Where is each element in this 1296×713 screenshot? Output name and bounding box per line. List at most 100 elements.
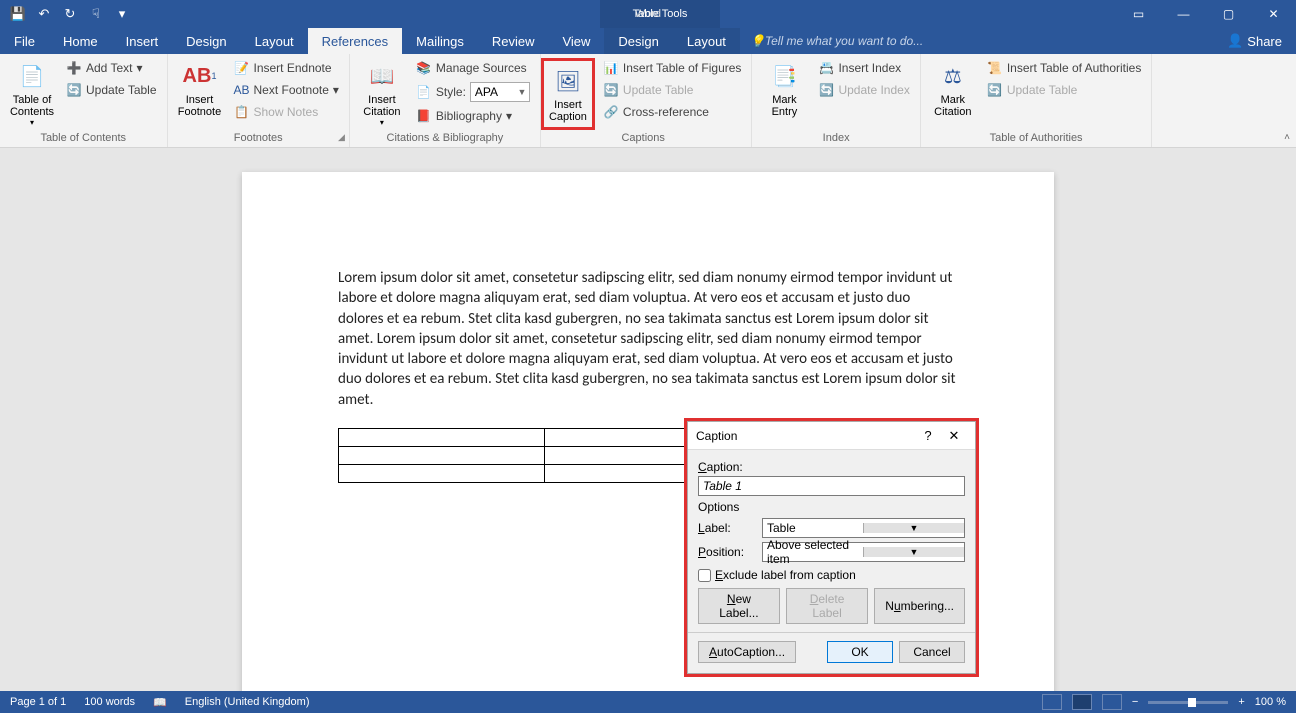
share-label: Share (1247, 34, 1282, 49)
style-selector[interactable]: 📄 Style: ▼ (412, 80, 534, 104)
style-input[interactable] (471, 85, 515, 99)
word-count[interactable]: 100 words (84, 696, 135, 708)
cancel-button[interactable]: Cancel (899, 641, 965, 663)
update-toc-button[interactable]: 🔄Update Table (62, 80, 161, 100)
tab-table-design[interactable]: Design (604, 28, 672, 54)
zoom-out-button[interactable]: − (1132, 696, 1138, 708)
next-footnote-icon: AB (234, 82, 250, 98)
touch-mode-button[interactable]: ☟ (84, 3, 108, 25)
insert-endnote-button[interactable]: 📝Insert Endnote (230, 58, 343, 78)
exclude-label-text: Exclude label from caption (715, 568, 856, 582)
tab-review[interactable]: Review (478, 28, 549, 54)
close-button[interactable]: ✕ (1251, 0, 1296, 28)
dialog-title: Caption (696, 429, 915, 443)
tab-table-layout[interactable]: Layout (673, 28, 740, 54)
update-authorities-button[interactable]: 🔄Update Table (983, 80, 1146, 100)
tab-mailings[interactable]: Mailings (402, 28, 478, 54)
group-label: Citations & Bibliography (356, 130, 534, 147)
qat-customize[interactable]: ▾ (110, 3, 134, 25)
caption-icon: 🖼 (552, 65, 584, 97)
tab-file[interactable]: File (0, 28, 49, 54)
insert-footnote-button[interactable]: AB1 Insert Footnote (174, 58, 226, 120)
cross-reference-button[interactable]: 🔗 Cross-reference (599, 102, 746, 122)
crossref-icon: 🔗 (603, 104, 619, 120)
share-button[interactable]: 👤 Share (1213, 28, 1296, 54)
insert-table-figures-button[interactable]: 📊Insert Table of Figures (599, 58, 746, 78)
delete-label-button[interactable]: Delete Label (786, 588, 868, 624)
page-indicator[interactable]: Page 1 of 1 (10, 696, 66, 708)
bibliography-button[interactable]: 📕Bibliography ▾ (412, 106, 534, 126)
group-citations: 📖 Insert Citation ▾ 📚Manage Sources 📄 St… (350, 54, 541, 147)
zoom-in-button[interactable]: + (1238, 696, 1244, 708)
next-footnote-label: Next Footnote (254, 83, 329, 97)
insert-index-label: Insert Index (838, 61, 901, 75)
style-combo[interactable]: ▼ (470, 82, 530, 102)
tab-layout[interactable]: Layout (241, 28, 308, 54)
document-area[interactable]: Lorem ipsum dolor sit amet, consetetur s… (0, 148, 1296, 691)
minimize-button[interactable]: — (1161, 0, 1206, 28)
ribbon-display-options[interactable]: ▭ (1116, 0, 1161, 28)
footnotes-dialog-launcher[interactable]: ◢ (338, 132, 345, 143)
insert-citation-button[interactable]: 📖 Insert Citation ▾ (356, 58, 408, 129)
authorities-label: Insert Table of Authorities (1007, 61, 1142, 75)
reading-view-button[interactable] (1042, 694, 1062, 710)
undo-button[interactable]: ↶ (32, 3, 56, 25)
table-of-contents-button[interactable]: 📄 Table of Contents ▾ (6, 58, 58, 129)
quick-access-toolbar: 💾 ↶ ↻ ☟ ▾ (0, 3, 140, 25)
add-text-button[interactable]: ➕Add Text ▾ (62, 58, 161, 78)
label-field-label: Label: (698, 521, 754, 535)
label-combo[interactable]: Table ▼ (762, 518, 965, 538)
mark-citation-button[interactable]: ⚖ Mark Citation (927, 58, 979, 120)
tab-insert[interactable]: Insert (112, 28, 173, 54)
add-text-icon: ➕ (66, 60, 82, 76)
print-layout-button[interactable] (1072, 694, 1092, 710)
autocaption-button[interactable]: AutoCaption... (698, 641, 796, 663)
crossref-label: Cross-reference (623, 105, 709, 119)
style-prefix: Style: (436, 85, 466, 99)
dialog-help-button[interactable]: ? (915, 428, 941, 443)
show-notes-icon: 📋 (234, 104, 250, 120)
redo-button[interactable]: ↻ (58, 3, 82, 25)
insert-authorities-button[interactable]: 📜Insert Table of Authorities (983, 58, 1146, 78)
add-text-label: Add Text (86, 61, 132, 75)
web-layout-button[interactable] (1102, 694, 1122, 710)
chevron-down-icon[interactable]: ▼ (863, 547, 964, 557)
chevron-down-icon[interactable]: ▼ (863, 523, 964, 533)
update-icon: 🔄 (818, 82, 834, 98)
zoom-level[interactable]: 100 % (1255, 696, 1286, 708)
update-captions-button[interactable]: 🔄Update Table (599, 80, 746, 100)
numbering-button[interactable]: Numbering... (874, 588, 965, 624)
new-label-button[interactable]: New Label... (698, 588, 780, 624)
show-notes-button[interactable]: 📋 Show Notes (230, 102, 343, 122)
tab-home[interactable]: Home (49, 28, 112, 54)
chevron-down-icon[interactable]: ▼ (515, 87, 529, 97)
titlebar: 💾 ↶ ↻ ☟ ▾ Word Table Tools ▭ — ▢ ✕ (0, 0, 1296, 28)
tell-me-search[interactable]: 💡 Tell me what you want to do... (740, 28, 1213, 54)
dialog-titlebar[interactable]: Caption ? ✕ (688, 422, 975, 450)
insert-index-button[interactable]: 📇Insert Index (814, 58, 913, 78)
tab-references[interactable]: References (308, 28, 402, 54)
position-combo[interactable]: Above selected item ▼ (762, 542, 965, 562)
manage-sources-button[interactable]: 📚Manage Sources (412, 58, 534, 78)
update-index-label: Update Index (838, 83, 909, 97)
zoom-slider[interactable] (1148, 701, 1228, 704)
dialog-close-button[interactable]: ✕ (941, 428, 967, 444)
insert-caption-button[interactable]: 🖼 Insert Caption (541, 58, 595, 130)
mark-entry-button[interactable]: 📑 Mark Entry (758, 58, 810, 120)
collapse-ribbon-button[interactable]: ˄ (1284, 132, 1290, 143)
tab-view[interactable]: View (548, 28, 604, 54)
update-index-button[interactable]: 🔄 Update Index (814, 80, 913, 100)
language-indicator[interactable]: English (United Kingdom) (185, 696, 310, 708)
caption-input[interactable] (698, 476, 965, 496)
spellcheck-icon[interactable]: 📖 (153, 696, 167, 709)
tab-design[interactable]: Design (172, 28, 240, 54)
exclude-label-checkbox[interactable] (698, 569, 711, 582)
group-captions: 🖼 Insert Caption 📊Insert Table of Figure… (541, 54, 753, 147)
document-paragraph[interactable]: Lorem ipsum dolor sit amet, consetetur s… (338, 268, 958, 410)
next-footnote-button[interactable]: ABNext Footnote ▾ (230, 80, 343, 100)
ok-button[interactable]: OK (827, 641, 893, 663)
save-button[interactable]: 💾 (6, 3, 30, 25)
show-notes-label: Show Notes (254, 105, 319, 119)
maximize-button[interactable]: ▢ (1206, 0, 1251, 28)
update-icon: 🔄 (987, 82, 1003, 98)
